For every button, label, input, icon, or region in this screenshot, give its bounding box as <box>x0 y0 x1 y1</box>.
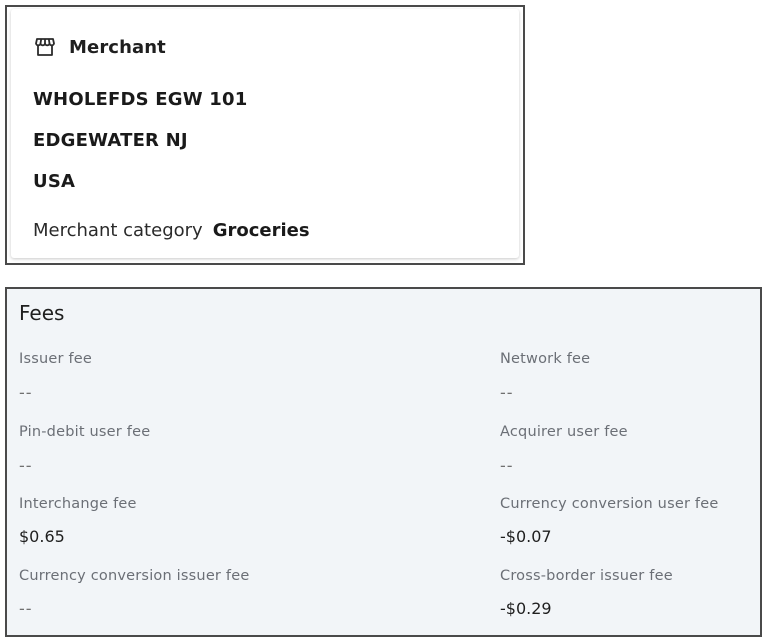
pin-debit-user-fee-label: Pin-debit user fee <box>19 424 151 440</box>
pin-debit-user-fee-value: -- <box>19 456 33 475</box>
merchant-category-value: Groceries <box>212 220 310 241</box>
issuer-fee-label: Issuer fee <box>19 351 93 367</box>
network-fee-label: Network fee <box>500 351 591 367</box>
store-icon <box>33 35 57 59</box>
merchant-header: Merchant <box>33 35 166 59</box>
cross-border-issuer-fee-label: Cross-border issuer fee <box>500 568 673 584</box>
interchange-fee-value: $0.65 <box>19 527 65 546</box>
fees-section-title: Fees <box>19 301 65 325</box>
fees-card: Fees Issuer fee -- Network fee -- Pin-de… <box>5 287 762 637</box>
interchange-fee-label: Interchange fee <box>19 496 137 512</box>
merchant-card: Merchant WHOLEFDS EGW 101 EDGEWATER NJ U… <box>5 5 525 265</box>
merchant-category: Merchant category Groceries <box>33 220 310 241</box>
issuer-fee-value: -- <box>19 383 33 402</box>
currency-conversion-issuer-fee-value: -- <box>19 599 33 618</box>
acquirer-user-fee-label: Acquirer user fee <box>500 424 628 440</box>
cross-border-issuer-fee-value: -$0.29 <box>500 599 552 618</box>
merchant-section-title: Merchant <box>69 36 166 58</box>
merchant-city-state: EDGEWATER NJ <box>33 130 188 151</box>
merchant-name: WHOLEFDS EGW 101 <box>33 89 248 110</box>
currency-conversion-user-fee-label: Currency conversion user fee <box>500 496 719 512</box>
merchant-card-surface: Merchant WHOLEFDS EGW 101 EDGEWATER NJ U… <box>11 9 519 258</box>
merchant-category-label: Merchant category <box>33 220 203 241</box>
acquirer-user-fee-value: -- <box>500 456 514 475</box>
merchant-country: USA <box>33 171 76 192</box>
network-fee-value: -- <box>500 383 514 402</box>
currency-conversion-issuer-fee-label: Currency conversion issuer fee <box>19 568 250 584</box>
currency-conversion-user-fee-value: -$0.07 <box>500 527 552 546</box>
